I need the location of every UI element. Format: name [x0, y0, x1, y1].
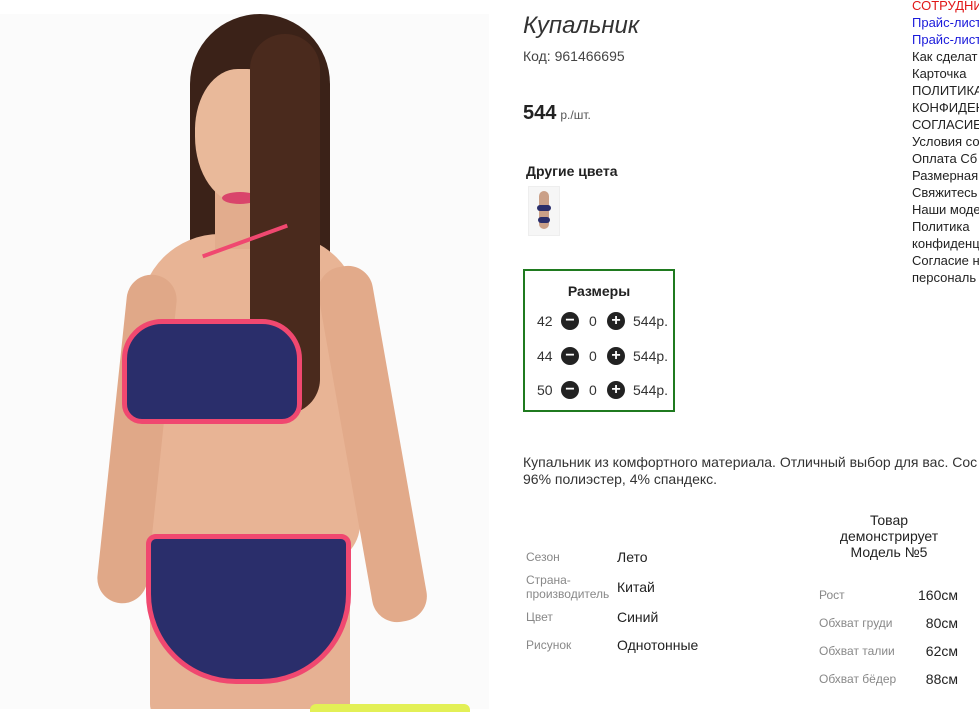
model-value-bust: 80см — [925, 615, 958, 631]
decrease-quantity-button[interactable]: − — [561, 381, 579, 399]
size-label: 42 — [537, 313, 553, 329]
increase-quantity-button[interactable]: + — [607, 381, 625, 399]
right-link[interactable]: конфиденц — [912, 235, 979, 252]
right-link[interactable]: Условия со — [912, 133, 979, 150]
product-photo[interactable] — [0, 14, 489, 709]
right-link[interactable]: СОТРУДНИ — [912, 0, 979, 14]
right-link[interactable]: Политика — [912, 218, 979, 235]
attr-label-country-line2: производитель — [526, 587, 610, 601]
size-label: 50 — [537, 382, 553, 398]
model-value-hips: 88см — [925, 671, 958, 687]
photo-swimsuit-bottom — [146, 534, 351, 684]
model-heading-line: Товар — [869, 512, 909, 528]
sizes-box: Размеры 42 − 0 + 544р. 44 − 0 + 544р. 50… — [523, 269, 675, 412]
model-value-waist: 62см — [925, 643, 958, 659]
right-link[interactable]: Оплата Сб — [912, 150, 979, 167]
price-value: 544 — [523, 102, 557, 124]
attr-label-pattern: Рисунок — [526, 638, 572, 652]
model-label-bust: Обхват груди — [819, 616, 893, 630]
model-label-hips: Обхват бёдер — [819, 672, 897, 686]
size-price: 544р. — [633, 382, 669, 398]
description-line: Купальник из комфортного материала. Отли… — [523, 454, 978, 470]
yellow-tab[interactable] — [310, 704, 470, 712]
product-code: Код: 961466695 — [523, 48, 625, 64]
color-variant-thumbnail[interactable] — [528, 186, 560, 236]
size-row: 50 − 0 + 544р. — [537, 381, 672, 401]
decrease-quantity-button[interactable]: − — [561, 312, 579, 330]
model-label-height: Рост — [819, 588, 845, 602]
model-value-height: 160см — [918, 587, 958, 603]
thumb-top — [537, 205, 551, 211]
thumb-bottom — [538, 217, 550, 223]
right-link[interactable]: Как сделат — [912, 48, 979, 65]
product-description: Купальник из комфортного материала. Отли… — [523, 454, 979, 488]
size-row: 44 − 0 + 544р. — [537, 347, 672, 367]
size-label: 44 — [537, 348, 553, 364]
attr-label-season: Сезон — [526, 550, 560, 564]
right-links-column: СОТРУДНИ Прайс-лист Прайс-лист Как сдела… — [912, 0, 979, 286]
right-link[interactable]: ПОЛИТИКА — [912, 82, 979, 99]
attr-label-country: Страна- производитель — [526, 573, 609, 601]
right-link[interactable]: Свяжитесь — [912, 184, 979, 201]
right-link[interactable]: Прайс-лист — [912, 31, 979, 48]
increase-quantity-button[interactable]: + — [607, 312, 625, 330]
attr-value-season: Лето — [617, 549, 648, 565]
right-link[interactable]: Согласие н — [912, 252, 979, 269]
right-link[interactable]: персональ — [912, 269, 979, 286]
size-price: 544р. — [633, 313, 669, 329]
model-heading-line: Модель №5 — [850, 544, 928, 560]
model-heading-line: демонстрирует — [839, 528, 939, 544]
right-link[interactable]: Прайс-лист — [912, 14, 979, 31]
quantity-value: 0 — [589, 313, 597, 329]
model-heading: Товар демонстрирует Модель №5 — [830, 512, 948, 560]
sizes-title: Размеры — [567, 283, 631, 299]
decrease-quantity-button[interactable]: − — [561, 347, 579, 365]
right-link[interactable]: Карточка — [912, 65, 979, 82]
product-price: 544 р./шт. — [523, 102, 591, 125]
attr-label-color: Цвет — [526, 610, 553, 624]
attr-label-country-line1: Страна- — [526, 573, 571, 587]
price-unit: р./шт. — [560, 108, 591, 122]
attr-value-pattern: Однотонные — [617, 637, 699, 653]
other-colors-title: Другие цвета — [526, 163, 618, 179]
model-label-waist: Обхват талии — [819, 644, 895, 658]
right-link[interactable]: КОНФИДЕН — [912, 99, 979, 116]
product-title: Купальник — [523, 12, 640, 39]
attr-value-color: Синий — [617, 609, 659, 625]
quantity-value: 0 — [589, 382, 597, 398]
right-link[interactable]: Размерная — [912, 167, 979, 184]
description-line: 96% полиэстер, 4% спандекс. — [523, 471, 718, 487]
quantity-value: 0 — [589, 348, 597, 364]
size-price: 544р. — [633, 348, 669, 364]
size-row: 42 − 0 + 544р. — [537, 312, 672, 332]
photo-swimsuit-top — [122, 319, 302, 424]
attr-value-country: Китай — [617, 579, 655, 595]
right-link[interactable]: Наши моде — [912, 201, 979, 218]
increase-quantity-button[interactable]: + — [607, 347, 625, 365]
right-link[interactable]: СОГЛАСИЕ — [912, 116, 979, 133]
